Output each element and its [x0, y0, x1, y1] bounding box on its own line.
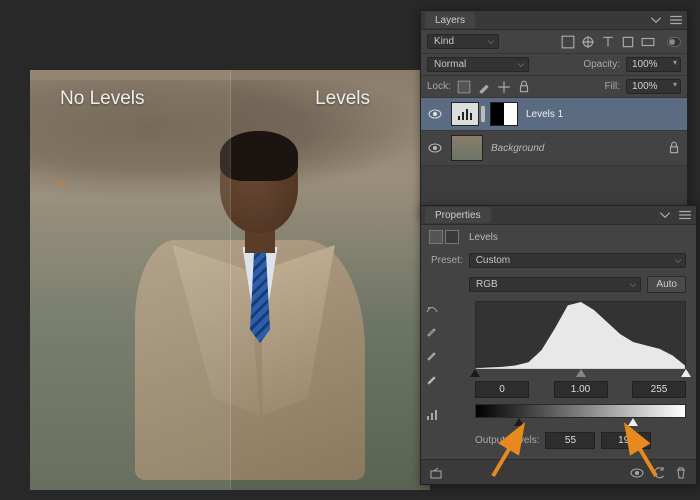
channel-value: RGB — [476, 279, 498, 290]
layers-tab[interactable]: Layers — [425, 12, 475, 28]
layer-name[interactable]: Levels 1 — [526, 109, 563, 120]
clip-to-layer-icon[interactable] — [429, 466, 443, 480]
lock-position-icon[interactable] — [497, 80, 511, 94]
filter-kind-select[interactable]: Kind — [427, 34, 499, 49]
layer-row-levels[interactable]: Levels 1 — [421, 98, 687, 131]
layers-panel-header: Layers — [421, 11, 687, 30]
filter-kind-label: Kind — [434, 36, 454, 47]
properties-footer — [421, 459, 696, 484]
channel-select[interactable]: RGB — [469, 277, 641, 292]
lock-label: Lock: — [427, 81, 451, 92]
layer-mask-thumb[interactable] — [490, 102, 518, 126]
gamma-slider[interactable] — [576, 369, 586, 377]
input-levels-values: 0 1.00 255 — [475, 381, 686, 398]
preset-select[interactable]: Custom — [469, 253, 686, 268]
preset-row: Preset: Custom — [421, 249, 696, 272]
channel-row: RGB Auto — [421, 272, 696, 297]
lock-icon — [667, 141, 681, 155]
histogram[interactable] — [475, 301, 686, 367]
output-label: Output Levels: — [475, 435, 539, 446]
label-levels: Levels — [315, 88, 370, 110]
fill-value[interactable]: 100% — [626, 79, 681, 94]
black-point-slider[interactable] — [470, 369, 480, 377]
collapse-icon[interactable] — [649, 13, 663, 27]
mask-icon[interactable] — [445, 230, 459, 244]
link-icon[interactable] — [481, 106, 485, 122]
opacity-value[interactable]: 100% — [626, 57, 681, 72]
label-no-levels: No Levels — [60, 88, 145, 110]
output-slider-track[interactable] — [475, 418, 686, 428]
output-black-slider[interactable] — [514, 418, 524, 426]
lock-all-icon[interactable] — [517, 80, 531, 94]
properties-panel-header: Properties — [421, 206, 696, 225]
trash-icon[interactable] — [674, 466, 688, 480]
input-black-field[interactable]: 0 — [475, 381, 529, 398]
visibility-icon[interactable] — [427, 140, 443, 156]
view-previous-icon[interactable] — [630, 466, 644, 480]
layer-filter-row: Kind — [421, 30, 687, 54]
input-gamma-field[interactable]: 1.00 — [554, 381, 608, 398]
adjustment-title-row: Levels — [421, 225, 696, 249]
properties-tab[interactable]: Properties — [425, 207, 491, 223]
input-white-field[interactable]: 255 — [632, 381, 686, 398]
fill-label: Fill: — [604, 81, 620, 92]
layer-thumbs — [451, 102, 518, 126]
output-white-slider[interactable] — [628, 418, 638, 426]
filter-type-icon[interactable] — [601, 35, 615, 49]
targeted-adjust-icon[interactable] — [425, 300, 439, 314]
eyedropper-gray-icon[interactable] — [425, 348, 439, 362]
visibility-icon[interactable] — [427, 106, 443, 122]
edit-points-icon[interactable] — [425, 408, 439, 422]
eyedropper-black-icon[interactable] — [425, 324, 439, 338]
photo-subject — [135, 135, 365, 475]
reset-icon[interactable] — [652, 466, 666, 480]
lock-fill-row: Lock: Fill: 100% — [421, 76, 687, 98]
filter-toggle-icon[interactable] — [667, 35, 681, 49]
filter-pixel-icon[interactable] — [561, 35, 575, 49]
eyedropper-white-icon[interactable] — [425, 372, 439, 386]
split-divider — [230, 70, 231, 490]
adjustment-thumb[interactable] — [451, 102, 479, 126]
blend-mode-value: Normal — [434, 59, 466, 70]
output-white-field[interactable]: 191 — [601, 432, 651, 449]
panel-menu-icon[interactable] — [669, 13, 683, 27]
opacity-label: Opacity: — [583, 59, 620, 70]
blend-mode-select[interactable]: Normal — [427, 57, 529, 72]
preset-label: Preset: — [431, 255, 463, 266]
adjustment-icon[interactable] — [429, 230, 443, 244]
filter-smart-icon[interactable] — [641, 35, 655, 49]
layer-name[interactable]: Background — [491, 143, 544, 154]
auto-button[interactable]: Auto — [647, 276, 686, 293]
panel-menu-icon[interactable] — [678, 208, 692, 222]
blend-opacity-row: Normal Opacity: 100% — [421, 54, 687, 76]
filter-shape-icon[interactable] — [621, 35, 635, 49]
eyedropper-tools — [425, 300, 439, 422]
output-gradient[interactable] — [475, 404, 686, 418]
output-levels-row: Output Levels: 55 191 — [475, 432, 686, 449]
document-canvas[interactable]: No Levels Levels — [30, 70, 430, 490]
layers-panel: Layers Kind Normal Opacity: 100% Lock: — [420, 10, 688, 217]
collapse-icon[interactable] — [658, 208, 672, 222]
lock-transparent-icon[interactable] — [457, 80, 471, 94]
preset-value: Custom — [476, 255, 510, 266]
lock-pixels-icon[interactable] — [477, 80, 491, 94]
adjustment-name: Levels — [469, 232, 498, 243]
output-black-field[interactable]: 55 — [545, 432, 595, 449]
filter-adjust-icon[interactable] — [581, 35, 595, 49]
layer-thumb[interactable] — [451, 135, 483, 161]
white-point-slider[interactable] — [681, 369, 691, 377]
input-slider-track[interactable] — [475, 369, 686, 379]
layer-row-background[interactable]: Background — [421, 131, 687, 166]
properties-panel: Properties Levels Preset: Custom RGB Aut… — [420, 205, 697, 485]
